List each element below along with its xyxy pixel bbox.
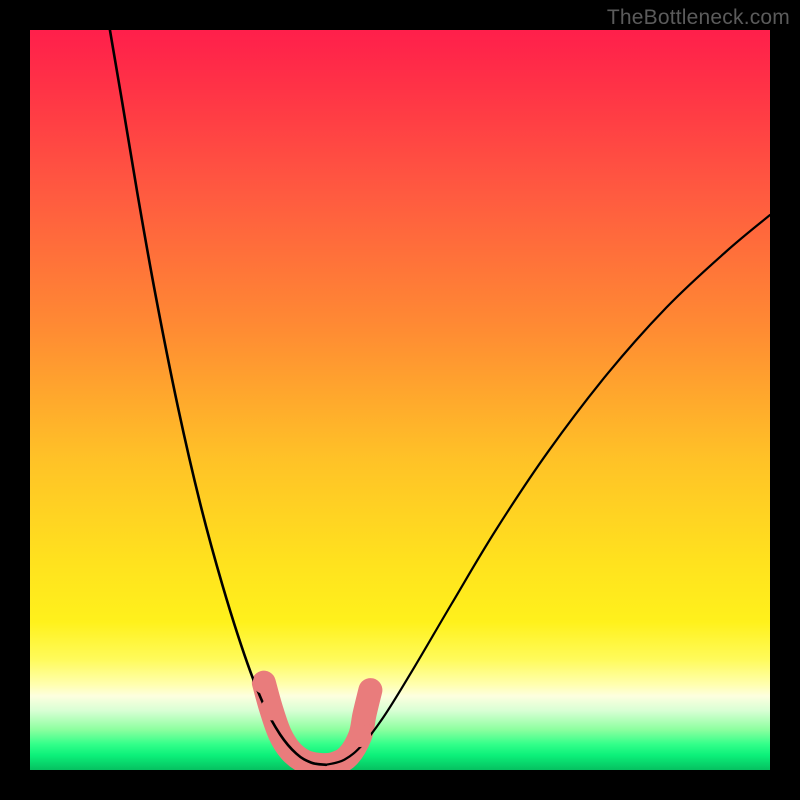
marker-dot — [253, 672, 275, 694]
right-curve — [326, 215, 770, 765]
marker-dot — [359, 679, 381, 701]
curves-layer — [30, 30, 770, 770]
attribution-text: TheBottleneck.com — [607, 6, 790, 30]
left-curve — [110, 30, 326, 765]
plot-area — [30, 30, 770, 770]
marker-dot — [260, 698, 282, 720]
chart-frame: TheBottleneck.com — [0, 0, 800, 800]
marker-dot — [353, 703, 375, 725]
marker-dot — [349, 725, 371, 747]
